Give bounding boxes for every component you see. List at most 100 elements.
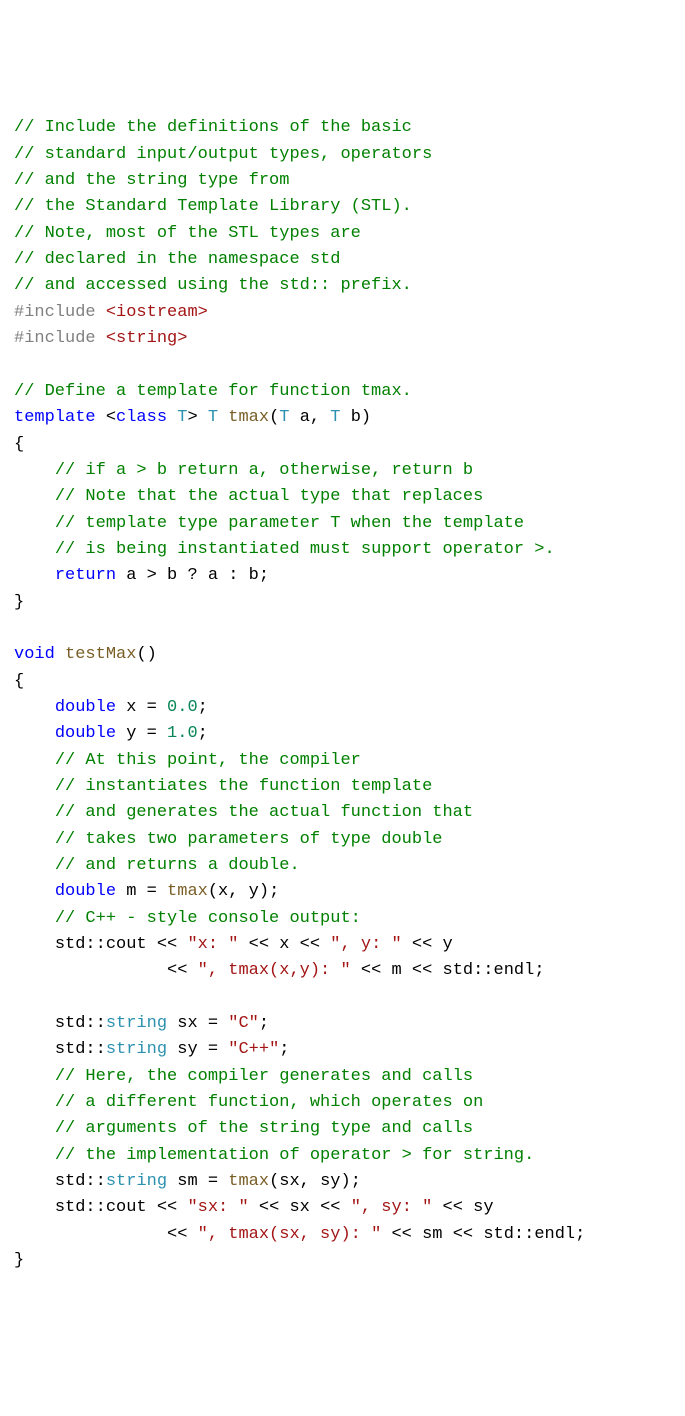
code-comment: // standard input/output types, operator… xyxy=(14,145,432,164)
type-string: string xyxy=(106,1172,167,1191)
semi: ; xyxy=(198,724,208,743)
scope-op: :: xyxy=(85,1014,105,1033)
return-expr: a > b ? a : b; xyxy=(116,566,269,585)
type-string: string xyxy=(106,1040,167,1059)
space xyxy=(341,408,351,427)
code-comment: // Note that the actual type that replac… xyxy=(55,487,483,506)
code-comment: // is being instantiated must support op… xyxy=(55,540,555,559)
include-header: <iostream> xyxy=(96,303,208,322)
ns-std: std xyxy=(55,1014,86,1033)
str-sx: "sx: " xyxy=(187,1198,248,1217)
lsh: << xyxy=(157,961,198,980)
var-sx: sx = xyxy=(167,1014,228,1033)
var-ref-sy: sy xyxy=(473,1198,493,1217)
code-comment: // Note, most of the STL types are xyxy=(14,224,361,243)
comma: , xyxy=(310,408,330,427)
fn-tmax: tmax xyxy=(228,408,269,427)
scope-op: :: xyxy=(85,1040,105,1059)
code-comment: // Include the definitions of the basic xyxy=(14,118,412,137)
lsh: << xyxy=(249,1198,290,1217)
lsh: << xyxy=(147,1198,188,1217)
kw-double: double xyxy=(55,882,116,901)
paren-close: ) xyxy=(361,408,371,427)
code-comment: // arguments of the string type and call… xyxy=(55,1119,473,1138)
scope-op: :: xyxy=(85,1172,105,1191)
preproc-include: #include xyxy=(14,329,96,348)
code-comment: // and generates the actual function tha… xyxy=(55,803,473,822)
var-ref-y: y xyxy=(443,935,453,954)
space xyxy=(55,645,65,664)
type-string: string xyxy=(106,1014,167,1033)
var-m: m = xyxy=(116,882,167,901)
endl: endl xyxy=(534,1225,575,1244)
code-comment: // template type parameter T when the te… xyxy=(55,514,524,533)
lsh: << xyxy=(157,1225,198,1244)
code-comment: // Define a template for function tmax. xyxy=(14,382,412,401)
semi: ; xyxy=(575,1225,585,1244)
code-comment: // declared in the namespace std xyxy=(14,250,340,269)
type-T: T xyxy=(208,408,218,427)
var-sy: sy = xyxy=(167,1040,228,1059)
cout: cout xyxy=(106,935,147,954)
ns-std: std xyxy=(483,1225,514,1244)
lsh: << xyxy=(432,1198,473,1217)
angle-close: > xyxy=(187,408,207,427)
num-1: 1.0 xyxy=(167,724,198,743)
include-header: <string> xyxy=(96,329,188,348)
str-tmax2: ", tmax(sx, sy): " xyxy=(198,1225,382,1244)
brace-close: } xyxy=(14,1251,24,1270)
code-comment: // the Standard Template Library (STL). xyxy=(14,197,412,216)
lsh: << xyxy=(289,935,330,954)
ns-std: std xyxy=(55,1040,86,1059)
kw-template: template xyxy=(14,408,96,427)
scope-op: :: xyxy=(514,1225,534,1244)
code-comment: // At this point, the compiler xyxy=(55,751,361,770)
scope-op: :: xyxy=(85,1198,105,1217)
kw-return: return xyxy=(55,566,116,585)
var-y: y = xyxy=(116,724,167,743)
lsh: << xyxy=(310,1198,351,1217)
lsh: << xyxy=(443,1225,484,1244)
ns-std: std xyxy=(55,1172,86,1191)
angle-open: < xyxy=(96,408,116,427)
args-xy: (x, y); xyxy=(208,882,279,901)
lsh: << xyxy=(238,935,279,954)
kw-class: class xyxy=(116,408,167,427)
paren-open: ( xyxy=(269,408,279,427)
code-comment: // instantiates the function template xyxy=(55,777,432,796)
str-tmax: ", tmax(x,y): " xyxy=(198,961,351,980)
semi: ; xyxy=(279,1040,289,1059)
var-ref-sx: sx xyxy=(289,1198,309,1217)
lsh: << xyxy=(147,935,188,954)
scope-op: :: xyxy=(85,935,105,954)
type-T: T xyxy=(177,408,187,427)
space xyxy=(218,408,228,427)
space xyxy=(167,408,177,427)
brace-open: { xyxy=(14,435,24,454)
fn-tmax-call: tmax xyxy=(167,882,208,901)
endl: endl xyxy=(494,961,535,980)
str-y: ", y: " xyxy=(330,935,401,954)
var-ref-m: m xyxy=(391,961,401,980)
brace-close: } xyxy=(14,593,24,612)
ns-std: std xyxy=(55,935,86,954)
str-C: "C" xyxy=(228,1014,259,1033)
scope-op: :: xyxy=(473,961,493,980)
semi: ; xyxy=(534,961,544,980)
code-comment: // a different function, which operates … xyxy=(55,1093,483,1112)
code-comment: // and the string type from xyxy=(14,171,289,190)
code-comment: // the implementation of operator > for … xyxy=(55,1146,534,1165)
type-T: T xyxy=(330,408,340,427)
code-comment: // if a > b return a, otherwise, return … xyxy=(55,461,473,480)
num-0: 0.0 xyxy=(167,698,198,717)
code-comment: // Here, the compiler generates and call… xyxy=(55,1067,473,1086)
fn-testMax: testMax xyxy=(65,645,136,664)
type-T: T xyxy=(279,408,289,427)
space xyxy=(289,408,299,427)
kw-double: double xyxy=(55,698,116,717)
param-b: b xyxy=(351,408,361,427)
str-sy: ", sy: " xyxy=(351,1198,433,1217)
fn-tmax-call: tmax xyxy=(228,1172,269,1191)
semi: ; xyxy=(259,1014,269,1033)
param-a: a xyxy=(300,408,310,427)
